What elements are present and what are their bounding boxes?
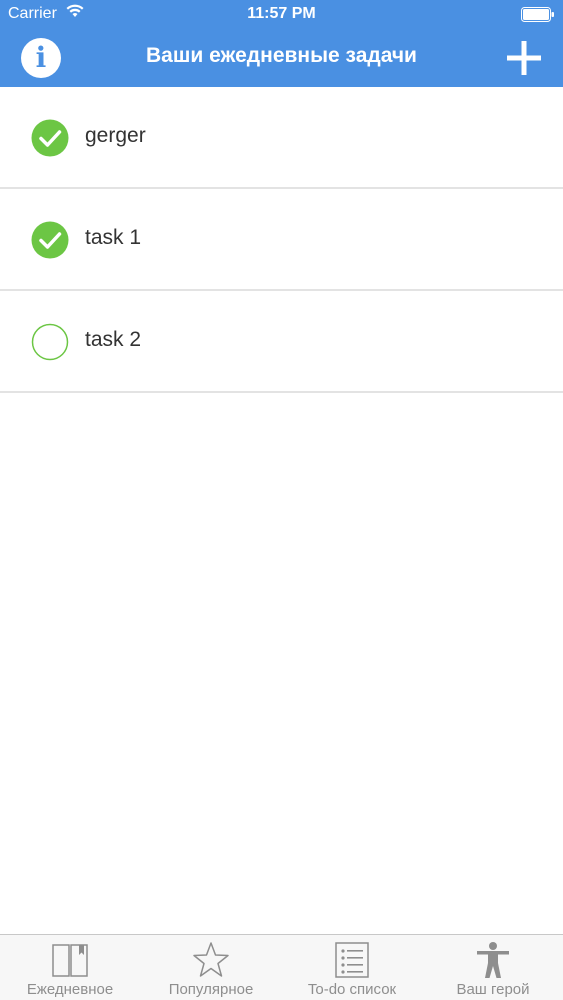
tab-popular[interactable]: Популярное [141, 935, 281, 1000]
star-icon [193, 942, 229, 977]
tab-todo[interactable]: To-do список [282, 935, 422, 1000]
info-button[interactable]: i [21, 38, 61, 78]
task-row[interactable]: task 2 [0, 291, 563, 393]
task-list: gerger task 1 task 2 [0, 87, 563, 393]
battery-icon [521, 7, 554, 22]
page-title: Ваши ежедневные задачи [146, 44, 417, 67]
task-label: task 1 [85, 226, 142, 249]
navigation-bar: Carrier 11:57 PM i Ваши ежедневные задач… [0, 0, 563, 87]
person-icon [477, 942, 509, 978]
tab-bar: Ежедневное Популярное To-do список Ваш г… [0, 934, 563, 1000]
tab-hero[interactable]: Ваш герой [423, 935, 563, 1000]
tab-daily[interactable]: Ежедневное [0, 935, 140, 1000]
list-icon [335, 942, 369, 978]
status-bar: Carrier 11:57 PM [0, 0, 563, 30]
tab-label: Популярное [168, 981, 254, 998]
task-label: task 2 [85, 328, 142, 351]
checked-circle-icon[interactable] [31, 221, 69, 259]
tab-label: Ежедневное [26, 981, 114, 998]
task-row[interactable]: gerger [0, 87, 563, 189]
task-row[interactable]: task 1 [0, 189, 563, 291]
checked-circle-icon[interactable] [31, 119, 69, 157]
status-time: 11:57 PM [247, 5, 316, 22]
unchecked-circle-icon[interactable] [31, 323, 69, 361]
plus-icon[interactable] [505, 39, 543, 77]
info-icon: i [35, 41, 47, 74]
tab-label: Ваш герой [456, 981, 530, 998]
book-icon [52, 944, 88, 977]
task-label: gerger [85, 124, 146, 147]
tab-label: To-do список [307, 981, 397, 998]
